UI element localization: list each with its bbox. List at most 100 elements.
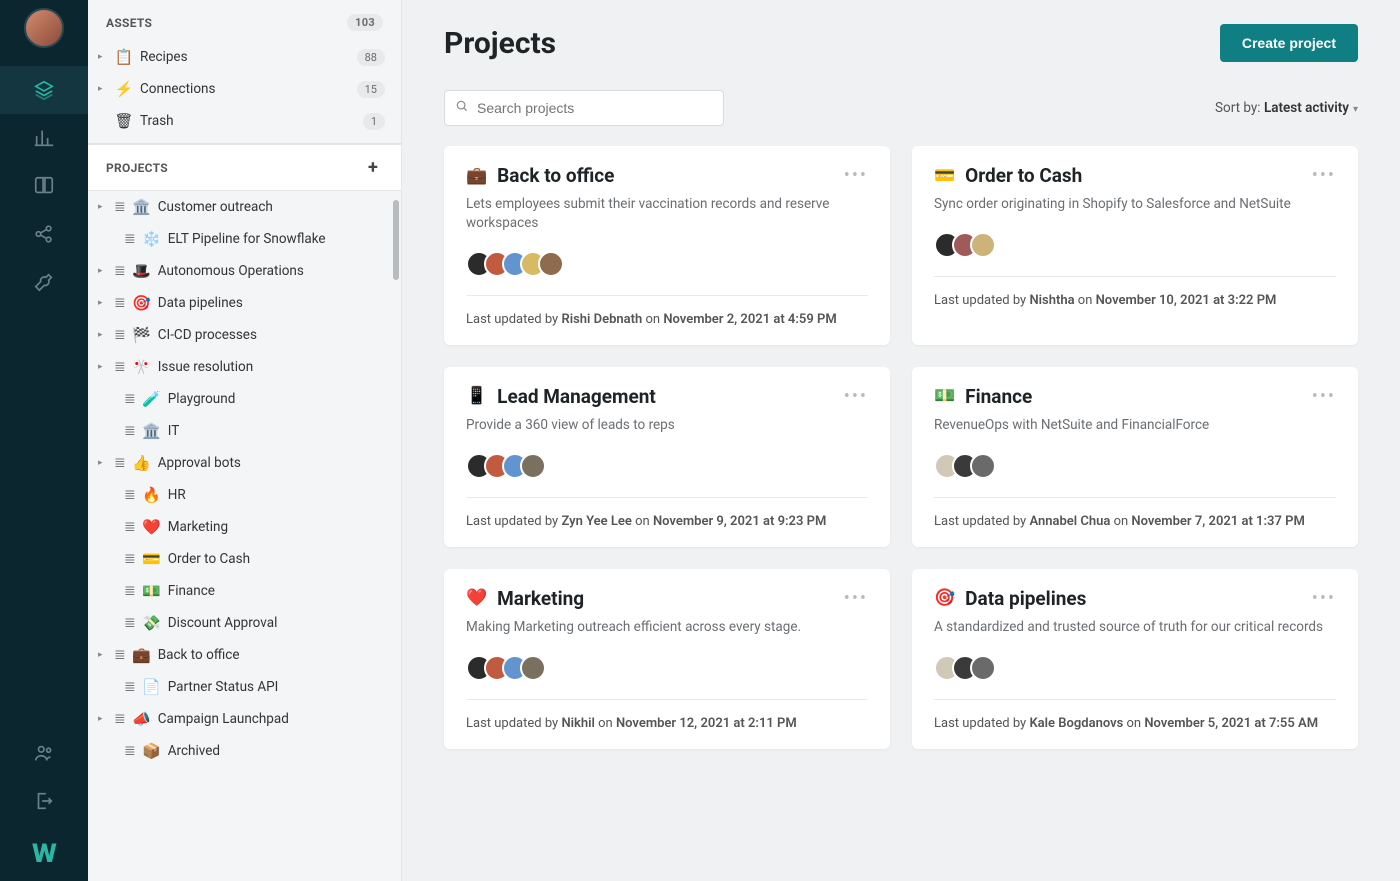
avatar xyxy=(970,655,996,681)
project-tree-item[interactable]: ≣🔥HR xyxy=(88,479,401,511)
project-label: Discount Approval xyxy=(168,615,385,631)
project-tree-item[interactable]: ≣📄Partner Status API xyxy=(88,671,401,703)
avatar xyxy=(970,453,996,479)
project-emoji: 📄 xyxy=(142,678,162,696)
asset-row[interactable]: ▸⚡Connections15 xyxy=(88,73,401,105)
project-tree-item[interactable]: ▸≣📣Campaign Launchpad xyxy=(88,703,401,735)
project-emoji: 🎩 xyxy=(132,262,152,280)
project-emoji: 🔥 xyxy=(142,486,162,504)
project-tree-item[interactable]: ▸≣🏛️Customer outreach xyxy=(88,191,401,223)
card-title: Lead Management xyxy=(497,385,656,408)
project-card[interactable]: 💼Back to office•••Lets employees submit … xyxy=(444,146,890,345)
project-card[interactable]: 💳Order to Cash•••Sync order originating … xyxy=(912,146,1358,345)
project-tree-item[interactable]: ▸≣🎯Data pipelines xyxy=(88,287,401,319)
project-tree-item[interactable]: ≣🏛️IT xyxy=(88,415,401,447)
sidebar: ASSETS 103 ▸📋Recipes88▸⚡Connections15🗑Tr… xyxy=(88,0,402,881)
project-tree-item[interactable]: ▸≣💼Back to office xyxy=(88,639,401,671)
project-card[interactable]: 🎯Data pipelines•••A standardized and tru… xyxy=(912,569,1358,749)
layers-icon: ≣ xyxy=(114,199,126,215)
project-emoji: 🏛️ xyxy=(132,198,152,216)
more-menu-icon[interactable]: ••• xyxy=(844,386,868,407)
rail-tools[interactable] xyxy=(0,258,88,306)
avatar-stack xyxy=(934,655,1336,681)
avatar-stack xyxy=(466,251,868,277)
rail-people[interactable] xyxy=(0,729,88,777)
more-menu-icon[interactable]: ••• xyxy=(844,588,868,609)
rail-logout[interactable] xyxy=(0,777,88,825)
avatar[interactable] xyxy=(24,8,64,48)
project-tree-item[interactable]: ≣❄️ELT Pipeline for Snowflake xyxy=(88,223,401,255)
rail-projects[interactable] xyxy=(0,66,88,114)
card-description: Making Marketing outreach efficient acro… xyxy=(466,618,868,637)
project-emoji: 🎌 xyxy=(132,358,152,376)
card-title: Data pipelines xyxy=(965,587,1086,610)
search-input-wrapper[interactable] xyxy=(444,90,724,126)
project-tree-item[interactable]: ≣💳Order to Cash xyxy=(88,543,401,575)
layers-icon: ≣ xyxy=(124,391,136,407)
create-project-button[interactable]: Create project xyxy=(1220,24,1358,62)
project-tree-item[interactable]: ≣ 💸 Discount Approval xyxy=(88,607,401,639)
project-emoji: ❤️ xyxy=(466,588,487,608)
sort-control[interactable]: Sort by: Latest activity▾ xyxy=(1215,100,1358,116)
asset-label: Connections xyxy=(140,81,351,97)
project-tree-item[interactable]: ▸≣🏁CI-CD processes xyxy=(88,319,401,351)
project-label: Campaign Launchpad xyxy=(158,711,385,727)
more-menu-icon[interactable]: ••• xyxy=(844,165,868,186)
avatar-stack xyxy=(934,453,1336,479)
card-title: Back to office xyxy=(497,164,614,187)
more-menu-icon[interactable]: ••• xyxy=(1312,386,1336,407)
project-emoji: 💸 xyxy=(142,614,162,632)
project-tree-item[interactable]: ▸≣🎌Issue resolution xyxy=(88,351,401,383)
chevron-right-icon: ▸ xyxy=(98,84,108,94)
layers-icon: ≣ xyxy=(114,647,126,663)
project-label: ELT Pipeline for Snowflake xyxy=(168,231,385,247)
project-tree-item[interactable]: ≣🧪Playground xyxy=(88,383,401,415)
layers-icon: ≣ xyxy=(124,583,136,599)
project-card[interactable]: 📱Lead Management•••Provide a 360 view of… xyxy=(444,367,890,547)
project-emoji: 👍 xyxy=(132,454,152,472)
asset-icon: ⚡ xyxy=(114,80,134,98)
card-footer: Last updated by Nishtha on November 10, … xyxy=(934,276,1336,326)
avatar xyxy=(520,453,546,479)
main: Projects Create project Sort by: Latest … xyxy=(402,0,1400,881)
rail-library[interactable] xyxy=(0,162,88,210)
project-emoji: 💵 xyxy=(142,582,162,600)
project-label: Approval bots xyxy=(158,455,385,471)
layers-icon: ≣ xyxy=(124,423,136,439)
asset-row[interactable]: 🗑Trash1 xyxy=(88,105,401,137)
add-project-button[interactable]: + xyxy=(363,157,383,178)
more-menu-icon[interactable]: ••• xyxy=(1312,588,1336,609)
project-tree-item[interactable]: ▸≣🎩Autonomous Operations xyxy=(88,255,401,287)
sort-prefix: Sort by: xyxy=(1215,100,1264,116)
asset-count: 88 xyxy=(357,49,385,66)
project-emoji: ❤️ xyxy=(142,518,162,536)
chevron-right-icon: ▸ xyxy=(98,330,108,340)
project-emoji: 💼 xyxy=(466,166,487,186)
asset-row[interactable]: ▸📋Recipes88 xyxy=(88,41,401,73)
card-description: A standardized and trusted source of tru… xyxy=(934,618,1336,637)
avatar xyxy=(520,655,546,681)
project-tree-item[interactable]: ≣ 💵 Finance xyxy=(88,575,401,607)
layers-icon xyxy=(33,79,55,101)
project-label: Issue resolution xyxy=(158,359,385,375)
project-label: Finance xyxy=(168,583,385,599)
project-tree-item[interactable]: ≣📦Archived xyxy=(88,735,401,767)
avatar-stack xyxy=(466,655,868,681)
assets-count: 103 xyxy=(347,14,383,31)
scrollbar-thumb[interactable] xyxy=(393,200,399,280)
project-tree-item[interactable]: ≣❤️Marketing xyxy=(88,511,401,543)
more-menu-icon[interactable]: ••• xyxy=(1312,165,1336,186)
card-description: RevenueOps with NetSuite and FinancialFo… xyxy=(934,416,1336,435)
project-emoji: 💳 xyxy=(142,550,162,568)
rail-share[interactable] xyxy=(0,210,88,258)
layers-icon: ≣ xyxy=(124,615,136,631)
project-tree-item[interactable]: ▸≣👍Approval bots xyxy=(88,447,401,479)
project-card[interactable]: ❤️Marketing•••Making Marketing outreach … xyxy=(444,569,890,749)
card-footer: Last updated by Zyn Yee Lee on November … xyxy=(466,497,868,547)
rail-dashboard[interactable] xyxy=(0,114,88,162)
people-icon xyxy=(33,742,55,764)
project-card[interactable]: 💵Finance•••RevenueOps with NetSuite and … xyxy=(912,367,1358,547)
project-label: HR xyxy=(168,487,385,503)
search-input[interactable] xyxy=(477,100,713,116)
chevron-right-icon: ▸ xyxy=(98,298,108,308)
